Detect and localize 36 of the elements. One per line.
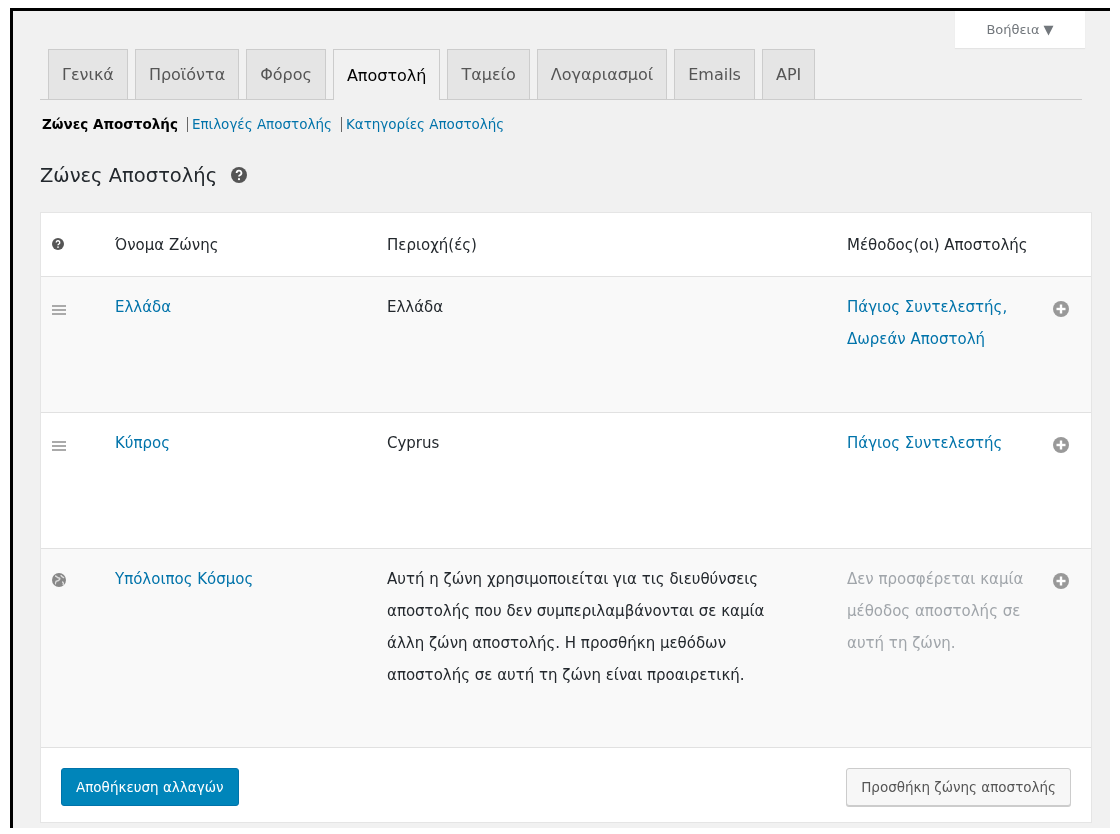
- add-zone-button[interactable]: Προσθήκη ζώνης αποστολής: [846, 768, 1071, 806]
- zone-region: Αυτή η ζώνη χρησιμοποιείται για τις διευθύνσεις αποστολής που δεν συμπεριλαμβάνονται σε καμία άλλη ζώνη αποστολής. Η προσθήκη μεθόδων αποστολής σε αυτή τη ζώνη είναι προαιρετική.: [387, 569, 766, 686]
- nav-tab[interactable]: Λογαριασμοί: [536, 49, 668, 99]
- add-method-icon[interactable]: [1053, 301, 1069, 317]
- page-heading: Ζώνες Αποστολής: [40, 163, 218, 187]
- save-button[interactable]: Αποθήκευση αλλαγών: [61, 768, 239, 806]
- drag-handle-icon[interactable]: [52, 441, 66, 451]
- nav-tab[interactable]: Emails: [674, 49, 755, 99]
- help-button[interactable]: Βοήθεια ▼: [955, 11, 1085, 48]
- zone-region: Ελλάδα: [387, 297, 445, 318]
- nav-tab[interactable]: Αποστολή: [332, 49, 441, 100]
- help-icon: [52, 237, 64, 250]
- column-header: Όνομα Ζώνης: [115, 235, 219, 254]
- subnav-link[interactable]: Επιλογές Αποστολής: [191, 116, 332, 132]
- shipping-method-link[interactable]: Πάγιος Συντελεστής,: [847, 291, 1033, 323]
- column-header: Μέθοδος(οι) Αποστολής: [847, 235, 1028, 254]
- nav-tab[interactable]: Προϊόντα: [134, 49, 240, 99]
- nav-tab[interactable]: Γενικά: [48, 49, 128, 99]
- nav-tab[interactable]: API: [761, 49, 816, 99]
- shipping-method-link[interactable]: Δωρεάν Αποστολή: [847, 323, 1033, 355]
- add-method-icon[interactable]: [1053, 437, 1069, 453]
- subnav-link[interactable]: Κατηγορίες Αποστολής: [345, 116, 505, 132]
- drag-handle-icon[interactable]: [52, 305, 66, 315]
- add-method-icon[interactable]: [1053, 573, 1069, 589]
- nav-tab[interactable]: Ταμείο: [447, 49, 530, 99]
- shipping-method-link[interactable]: Πάγιος Συντελεστής: [847, 427, 1033, 459]
- globe-icon: [52, 573, 66, 587]
- help-icon: [231, 167, 248, 183]
- subnav-link[interactable]: Ζώνες Αποστολής: [42, 116, 178, 132]
- zone-region: Cyprus: [387, 433, 441, 454]
- no-methods-text: Δεν προσφέρεται καμία μέθοδος αποστολής σε αυτή τη ζώνη.: [847, 569, 1025, 654]
- zone-name-link[interactable]: Υπόλοιπος Κόσμος: [115, 570, 254, 588]
- zone-name-link[interactable]: Κύπρος: [115, 434, 171, 452]
- zone-name-link[interactable]: Ελλάδα: [115, 298, 172, 316]
- column-header: Περιοχή(ές): [387, 234, 478, 256]
- nav-tab[interactable]: Φόρος: [246, 49, 326, 99]
